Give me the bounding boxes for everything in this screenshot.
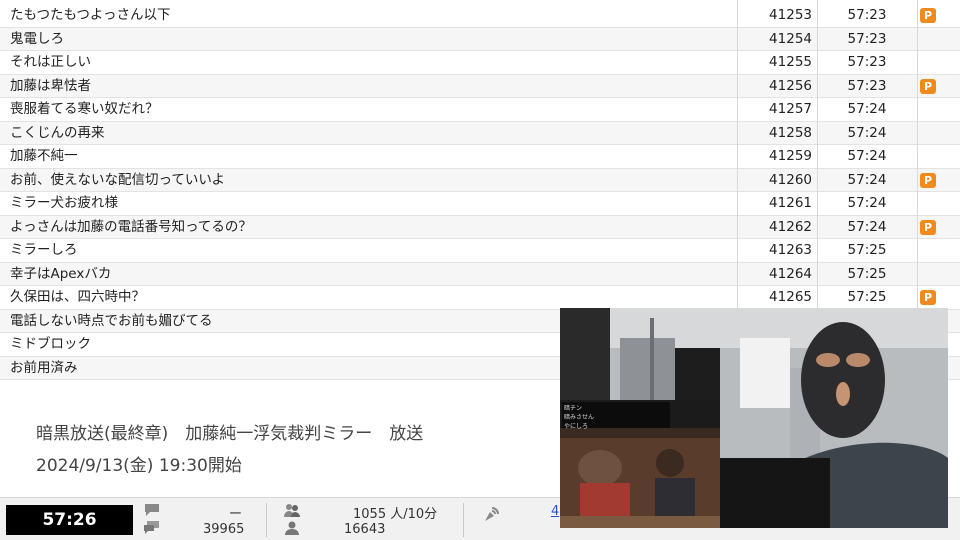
comment-row[interactable]: 加藤不純一 41259 57:24 [0,145,960,169]
premium-badge-icon: P [920,219,936,235]
comment-row[interactable]: 喪服着てる寒い奴だれ？ 41257 57:24 [0,98,960,122]
comment-text: こくじんの再来 [10,124,105,141]
comment-time: 57:24 [847,101,887,117]
comments-stack-icon [144,521,160,535]
video-inset-line: 暗チン [564,405,583,412]
comment-text: それは正しい [10,54,91,70]
premium-badge-icon: P [920,78,936,94]
elapsed-time: 57:26 [6,505,133,535]
comment-row[interactable]: 鬼電しろ 41254 57:23 [0,27,960,51]
comment-time: 57:25 [847,265,887,282]
premium-badge-icon: P [920,290,936,305]
comment-row[interactable]: よっさんは加藤の電話番号知ってるの？ 41262 57:24 P [0,215,960,239]
premium-cell: P [918,286,960,309]
premium-cell [918,192,960,215]
comment-time: 57:23 [847,54,887,70]
premium-cell: P [918,75,960,98]
user-group-icon [284,503,300,517]
comment-number: 41256 [769,77,812,94]
comment-text: 喪服着てる寒い奴だれ？ [10,101,159,117]
program-info: 暗黒放送(最終章) 加藤純一浮気裁判ミラー 放送 2024/9/13(金) 19… [0,395,560,495]
program-start-date: 2024/9/13(金) 19:30開始 [36,456,242,476]
video-inset-line: やにしろ [564,423,589,430]
comment-time: 57:24 [847,218,887,235]
premium-cell [918,51,960,74]
comment-number: 41262 [769,218,812,235]
comment-icon [144,503,160,517]
comment-text: ミラー犬お疲れ様 [10,195,118,211]
comment-number: 41259 [769,148,812,164]
premium-cell [918,145,960,168]
comment-text: 鬼電しろ [10,30,64,47]
comment-number: 41265 [769,289,812,305]
program-title: 暗黒放送(最終章) 加藤純一浮気裁判ミラー 放送 [36,424,424,444]
comment-text: 幸子はApexバカ [10,265,112,282]
comment-row[interactable]: たもつたもつよっさん以下 41253 57:23 P [0,4,960,28]
comment-row[interactable]: ミラー犬お疲れ様 41261 57:24 [0,192,960,216]
video-frame [560,308,948,528]
comment-text: よっさんは加藤の電話番号知ってるの？ [10,218,252,235]
separator [463,503,464,537]
premium-cell [918,263,960,286]
comment-row[interactable]: 幸子はApexバカ 41264 57:25 [0,262,960,286]
comment-number: 41260 [769,171,812,188]
comment-number: 41255 [769,54,812,70]
comment-time: 57:24 [847,124,887,141]
premium-cell [918,28,960,51]
comment-number: 41253 [769,7,812,23]
comment-time: 57:23 [847,77,887,94]
comment-row[interactable]: それは正しい 41255 57:23 [0,51,960,75]
comment-time: 57:25 [847,242,887,258]
comment-row[interactable]: お前、使えないな配信切っていいよ 41260 57:24 P [0,168,960,192]
comment-row[interactable]: 加藤は卑怯者 41256 57:23 P [0,74,960,98]
premium-cell: P [918,216,960,239]
broadcast-icon [483,505,499,521]
user-icon [284,521,300,535]
viewers-total: 16643 [344,522,386,537]
comment-text: お前、使えないな配信切っていいよ [10,171,226,188]
comment-time: 57:23 [847,30,887,47]
comment-time: 57:24 [847,148,887,164]
premium-badge-icon: P [920,8,936,23]
comment-row[interactable]: ミラーしろ 41263 57:25 [0,239,960,263]
premium-cell [918,239,960,262]
premium-badge-icon: P [920,172,936,188]
comment-number: 41264 [769,265,812,282]
comment-time: 57:23 [847,7,887,23]
comment-time: 57:25 [847,289,887,305]
comment-number: 41261 [769,195,812,211]
comment-number: 41254 [769,30,812,47]
video-inset-line: 暗みさせん [564,414,595,421]
premium-cell [918,122,960,145]
comment-row[interactable]: こくじんの再来 41258 57:24 [0,121,960,145]
comment-text: 久保田は、四六時中？ [10,289,145,305]
premium-cell: P [918,4,960,27]
viewers-rate: 1055 人/10分 [353,507,438,522]
separator [266,503,267,537]
premium-cell [918,98,960,121]
comment-time: 57:24 [847,171,887,188]
video-player[interactable]: 暗チン 暗みさせん やにしろ [560,308,948,528]
status-link[interactable]: 4 [551,504,559,519]
comment-time: 57:24 [847,195,887,211]
comment-number: 41258 [769,124,812,141]
comment-number: 41263 [769,242,812,258]
comment-rate: ー [229,507,243,522]
comment-number: 41257 [769,101,812,117]
comment-text: たもつたもつよっさん以下 [10,7,171,23]
comment-text: 加藤不純一 [10,148,78,164]
premium-cell: P [918,169,960,192]
comment-text: ミラーしろ [10,242,78,258]
video-inset-chat: 暗チン 暗みさせん やにしろ [564,404,594,431]
comment-row[interactable]: 久保田は、四六時中？ 41265 57:25 P [0,286,960,310]
comment-total: 39965 [203,522,245,537]
comment-text: 加藤は卑怯者 [10,77,91,94]
